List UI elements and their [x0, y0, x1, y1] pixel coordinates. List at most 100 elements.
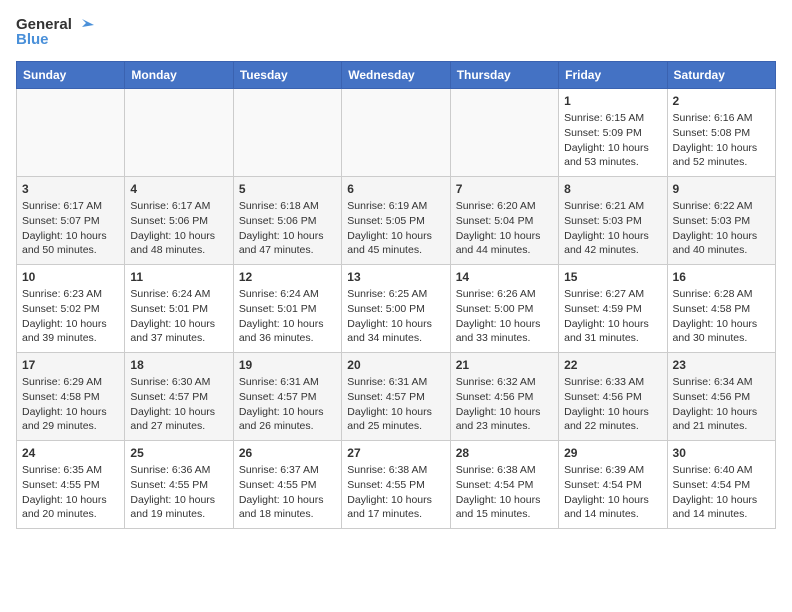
day-number: 12	[239, 269, 336, 286]
day-info: Sunrise: 6:40 AM	[673, 463, 770, 478]
calendar-cell: 18Sunrise: 6:30 AMSunset: 4:57 PMDayligh…	[125, 352, 233, 440]
day-info: Daylight: 10 hours and 14 minutes.	[673, 493, 770, 522]
calendar-cell: 12Sunrise: 6:24 AMSunset: 5:01 PMDayligh…	[233, 264, 341, 352]
day-info: Daylight: 10 hours and 21 minutes.	[673, 405, 770, 434]
day-number: 2	[673, 93, 770, 110]
calendar-week: 10Sunrise: 6:23 AMSunset: 5:02 PM Dayligh…	[17, 264, 776, 352]
calendar-cell: 25Sunrise: 6:36 AMSunset: 4:55 PMDayligh…	[125, 440, 233, 528]
day-info: Sunrise: 6:17 AM	[130, 199, 227, 214]
day-info: Sunset: 4:58 PM	[22, 390, 119, 405]
day-info: Daylight: 10 hours and 36 minutes.	[239, 317, 336, 346]
day-info: Sunset: 4:55 PM	[22, 478, 119, 493]
day-info: Daylight: 10 hours and 45 minutes.	[347, 229, 444, 258]
day-info: Sunrise: 6:34 AM	[673, 375, 770, 390]
day-info: Daylight: 10 hours and 25 minutes.	[347, 405, 444, 434]
day-info: Sunrise: 6:28 AM	[673, 287, 770, 302]
day-info: Daylight: 10 hours and 29 minutes.	[22, 405, 119, 434]
day-info: Sunrise: 6:30 AM	[130, 375, 227, 390]
day-info: Sunset: 5:00 PM	[347, 302, 444, 317]
day-info: Sunrise: 6:39 AM	[564, 463, 661, 478]
day-info: Sunset: 4:56 PM	[564, 390, 661, 405]
day-number: 25	[130, 445, 227, 462]
day-info: Daylight: 10 hours and 23 minutes.	[456, 405, 553, 434]
day-info: Daylight: 10 hours and 18 minutes.	[239, 493, 336, 522]
calendar-cell: 24Sunrise: 6:35 AMSunset: 4:55 PMDayligh…	[17, 440, 125, 528]
calendar-week: 17Sunrise: 6:29 AMSunset: 4:58 PMDayligh…	[17, 352, 776, 440]
calendar-cell: 17Sunrise: 6:29 AMSunset: 4:58 PMDayligh…	[17, 352, 125, 440]
calendar-cell	[17, 88, 125, 176]
day-info: Daylight: 10 hours and 27 minutes.	[130, 405, 227, 434]
day-info: Sunrise: 6:37 AM	[239, 463, 336, 478]
day-number: 13	[347, 269, 444, 286]
weekday-header: Monday	[125, 61, 233, 88]
day-info: Sunrise: 6:32 AM	[456, 375, 553, 390]
day-number: 6	[347, 181, 444, 198]
calendar-cell: 20Sunrise: 6:31 AMSunset: 4:57 PMDayligh…	[342, 352, 450, 440]
day-info: Daylight: 10 hours and 52 minutes.	[673, 141, 770, 170]
day-info: Sunset: 4:54 PM	[456, 478, 553, 493]
calendar-cell	[342, 88, 450, 176]
day-info: Daylight: 10 hours and 48 minutes.	[130, 229, 227, 258]
day-info: Sunset: 5:08 PM	[673, 126, 770, 141]
calendar-cell: 21Sunrise: 6:32 AMSunset: 4:56 PMDayligh…	[450, 352, 558, 440]
day-info: Sunrise: 6:35 AM	[22, 463, 119, 478]
day-info: Daylight: 10 hours and 17 minutes.	[347, 493, 444, 522]
day-info: Sunset: 5:03 PM	[564, 214, 661, 229]
calendar-cell	[233, 88, 341, 176]
calendar-cell: 10Sunrise: 6:23 AMSunset: 5:02 PMDayligh…	[17, 264, 125, 352]
day-info: Daylight: 10 hours and 14 minutes.	[564, 493, 661, 522]
calendar-cell: 8Sunrise: 6:21 AMSunset: 5:03 PMDaylight…	[559, 176, 667, 264]
day-info: Sunset: 5:06 PM	[239, 214, 336, 229]
day-info: Sunrise: 6:38 AM	[456, 463, 553, 478]
calendar-week: 1Sunrise: 6:15 AMSunset: 5:09 PMDaylight…	[17, 88, 776, 176]
calendar-cell: 5Sunrise: 6:18 AMSunset: 5:06 PMDaylight…	[233, 176, 341, 264]
calendar-cell: 7Sunrise: 6:20 AMSunset: 5:04 PMDaylight…	[450, 176, 558, 264]
day-number: 5	[239, 181, 336, 198]
calendar-cell: 19Sunrise: 6:31 AMSunset: 4:57 PMDayligh…	[233, 352, 341, 440]
day-info: Sunrise: 6:21 AM	[564, 199, 661, 214]
day-number: 23	[673, 357, 770, 374]
weekday-header: Wednesday	[342, 61, 450, 88]
day-info: Daylight: 10 hours and 42 minutes.	[564, 229, 661, 258]
day-info: Daylight: 10 hours and 31 minutes.	[564, 317, 661, 346]
day-info: Sunset: 5:09 PM	[564, 126, 661, 141]
day-info: Sunset: 5:03 PM	[673, 214, 770, 229]
day-number: 7	[456, 181, 553, 198]
weekday-header: Tuesday	[233, 61, 341, 88]
calendar-week: 24Sunrise: 6:35 AMSunset: 4:55 PMDayligh…	[17, 440, 776, 528]
calendar-cell: 3Sunrise: 6:17 AMSunset: 5:07 PMDaylight…	[17, 176, 125, 264]
day-info: Sunrise: 6:23 AM	[22, 287, 119, 302]
day-number: 10	[22, 269, 119, 286]
day-info: Sunset: 4:57 PM	[347, 390, 444, 405]
day-info: Sunset: 4:59 PM	[564, 302, 661, 317]
day-info: Sunset: 4:55 PM	[239, 478, 336, 493]
day-number: 16	[673, 269, 770, 286]
calendar-cell: 14Sunrise: 6:26 AMSunset: 5:00 PMDayligh…	[450, 264, 558, 352]
calendar-cell: 26Sunrise: 6:37 AMSunset: 4:55 PMDayligh…	[233, 440, 341, 528]
calendar-cell: 2Sunrise: 6:16 AMSunset: 5:08 PMDaylight…	[667, 88, 775, 176]
calendar-week: 3Sunrise: 6:17 AMSunset: 5:07 PMDaylight…	[17, 176, 776, 264]
day-info: Sunset: 4:57 PM	[239, 390, 336, 405]
day-info: Sunset: 5:04 PM	[456, 214, 553, 229]
calendar-cell	[450, 88, 558, 176]
day-number: 20	[347, 357, 444, 374]
day-info: Sunset: 4:55 PM	[130, 478, 227, 493]
day-info: Sunrise: 6:33 AM	[564, 375, 661, 390]
calendar-cell: 13Sunrise: 6:25 AMSunset: 5:00 PMDayligh…	[342, 264, 450, 352]
calendar-cell: 23Sunrise: 6:34 AMSunset: 4:56 PMDayligh…	[667, 352, 775, 440]
calendar-cell: 1Sunrise: 6:15 AMSunset: 5:09 PMDaylight…	[559, 88, 667, 176]
day-info: Sunset: 5:02 PM	[22, 302, 119, 317]
day-number: 8	[564, 181, 661, 198]
page-header: General Blue	[16, 16, 776, 49]
day-info: Sunrise: 6:16 AM	[673, 111, 770, 126]
day-number: 26	[239, 445, 336, 462]
day-number: 27	[347, 445, 444, 462]
calendar-cell: 6Sunrise: 6:19 AMSunset: 5:05 PMDaylight…	[342, 176, 450, 264]
day-info: Sunset: 4:56 PM	[456, 390, 553, 405]
day-info: Sunrise: 6:25 AM	[347, 287, 444, 302]
day-info: Sunset: 4:57 PM	[130, 390, 227, 405]
day-info: Daylight: 10 hours and 34 minutes.	[347, 317, 444, 346]
day-info: Sunrise: 6:15 AM	[564, 111, 661, 126]
day-number: 14	[456, 269, 553, 286]
day-info: Sunset: 4:54 PM	[564, 478, 661, 493]
